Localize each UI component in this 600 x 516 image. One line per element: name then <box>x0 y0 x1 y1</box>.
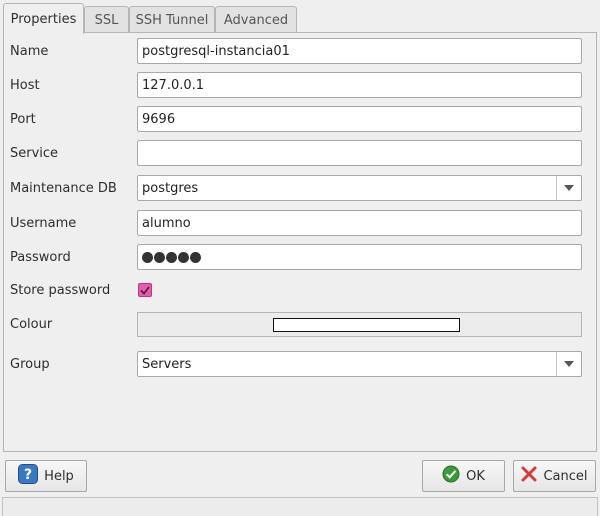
name-row: Name postgresql-instancia01 <box>10 38 589 64</box>
service-row: Service <box>10 140 589 166</box>
host-row: Host 127.0.0.1 <box>10 72 589 98</box>
tab-properties[interactable]: Properties <box>3 3 84 34</box>
store-password-label: Store password <box>10 282 111 298</box>
maintenance-db-select[interactable]: postgres <box>137 175 582 201</box>
cancel-label: Cancel <box>543 468 588 484</box>
help-label: Help <box>44 468 74 484</box>
colour-label: Colour <box>10 317 53 332</box>
tab-ssl[interactable]: SSL <box>84 6 129 34</box>
password-dot <box>154 251 165 263</box>
name-input[interactable]: postgresql-instancia01 <box>137 38 582 64</box>
maintenance-db-label: Maintenance DB <box>10 180 117 196</box>
password-mask <box>142 251 201 263</box>
colour-row: Colour <box>10 312 589 337</box>
colour-picker[interactable] <box>137 312 582 337</box>
port-label: Port <box>10 111 36 127</box>
tab-bar: Properties SSL SSH Tunnel Advanced <box>3 3 597 34</box>
service-label: Service <box>10 145 59 161</box>
name-label: Name <box>10 43 49 59</box>
group-label: Group <box>10 356 50 372</box>
question-mark-icon: ? <box>18 464 39 488</box>
ok-button[interactable]: OK <box>422 460 505 492</box>
service-input[interactable] <box>137 140 582 166</box>
store-password-checkbox[interactable] <box>138 283 152 297</box>
group-value: Servers <box>142 356 192 372</box>
group-select[interactable]: Servers <box>137 351 582 377</box>
port-input[interactable]: 9696 <box>137 106 582 132</box>
username-label: Username <box>10 215 77 231</box>
group-row: Group Servers <box>10 351 589 377</box>
maintenance-db-value: postgres <box>142 180 199 196</box>
password-input[interactable] <box>137 244 582 270</box>
username-row: Username alumno <box>10 210 589 236</box>
chevron-down-icon[interactable] <box>556 352 581 376</box>
svg-text:?: ? <box>24 467 32 483</box>
tab-advanced[interactable]: Advanced <box>215 6 297 34</box>
tab-ssh-tunnel[interactable]: SSH Tunnel <box>129 6 215 34</box>
check-icon <box>140 286 150 295</box>
help-button[interactable]: ? Help <box>5 460 87 492</box>
host-label: Host <box>10 77 40 93</box>
chevron-down-icon[interactable] <box>556 176 581 200</box>
colour-swatch <box>273 318 460 332</box>
maintenance-db-row: Maintenance DB postgres <box>10 175 589 201</box>
status-bar <box>2 497 598 516</box>
password-dot <box>142 251 153 263</box>
password-dot <box>166 251 177 263</box>
username-input[interactable]: alumno <box>137 210 582 236</box>
host-input[interactable]: 127.0.0.1 <box>137 72 582 98</box>
cancel-button[interactable]: Cancel <box>513 460 596 492</box>
password-dot <box>190 251 201 263</box>
password-label: Password <box>10 249 71 265</box>
port-row: Port 9696 <box>10 106 589 132</box>
properties-panel: Name postgresql-instancia01 Host 127.0.0… <box>3 32 597 452</box>
x-mark-icon <box>521 466 537 486</box>
ok-label: OK <box>466 468 485 484</box>
store-password-row: Store password <box>10 280 589 300</box>
password-dot <box>178 251 189 263</box>
check-circle-icon <box>442 465 460 487</box>
password-row: Password <box>10 244 589 270</box>
